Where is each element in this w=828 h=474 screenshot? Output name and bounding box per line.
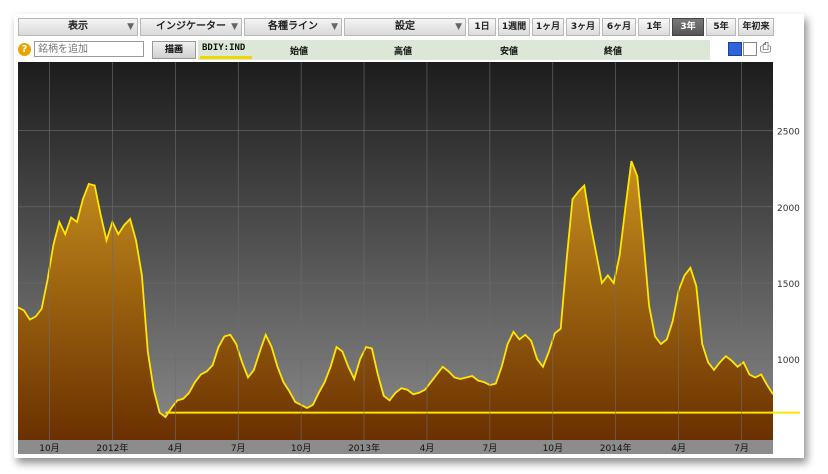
ticker-line-swatch <box>200 56 252 59</box>
lines-menu[interactable]: 各種ライン ▼ <box>244 18 342 36</box>
x-tick-label: 10月 <box>543 443 563 454</box>
y-tick-label: 1500 <box>777 280 800 290</box>
price-chart: 1000 1500 2000 2500 10月 2012年 4月 7月 10月 2013年 4月 7月… <box>18 62 800 454</box>
x-tick-label: 2014年 <box>600 442 632 454</box>
close-label: 終値 <box>604 47 623 57</box>
y-tick-label: 1000 <box>777 356 800 366</box>
settings-menu[interactable]: 設定 ▼ <box>344 18 466 36</box>
range-1y-button[interactable]: 1年 <box>638 18 670 36</box>
x-tick-label: 7月 <box>734 443 749 454</box>
x-axis-band <box>18 440 773 454</box>
x-tick-label: 4月 <box>168 443 183 454</box>
printer-icon[interactable]: ⎙ <box>760 40 771 56</box>
range-1m-button[interactable]: 1ヶ月 <box>532 18 564 36</box>
color-white-swatch[interactable] <box>743 42 757 56</box>
help-icon[interactable]: ? <box>18 43 31 56</box>
x-tick-label: 4月 <box>420 443 435 454</box>
range-6m-button[interactable]: 6ヶ月 <box>602 18 636 36</box>
lines-menu-label: 各種ライン <box>268 21 318 32</box>
dropdown-arrow-icon: ▼ <box>331 22 338 32</box>
draw-button[interactable]: 描画 <box>152 41 196 59</box>
indicator-menu-label: インジケーター <box>156 21 226 32</box>
range-5y-button[interactable]: 5年 <box>706 18 736 36</box>
y-tick-label: 2000 <box>777 204 800 214</box>
high-label: 高値 <box>394 47 413 57</box>
toolbar: 表示 ▼ インジケーター ▼ 各種ライン ▼ 設定 ▼ 1日 1週間 1ヶ月 3ヶ月 6… <box>18 18 774 36</box>
dropdown-arrow-icon: ▼ <box>127 22 134 32</box>
x-tick-label: 4月 <box>671 443 686 454</box>
x-tick-label: 2012年 <box>96 442 128 454</box>
series-info-bar: BDIY:IND 始値 高値 安値 終値 <box>198 40 710 60</box>
range-3y-button[interactable]: 3年 <box>672 18 704 36</box>
chart-widget: 表示 ▼ インジケーター ▼ 各種ライン ▼ 設定 ▼ 1日 1週間 1ヶ月 3ヶ月 6… <box>14 14 804 458</box>
series-row: ? 描画 BDIY:IND 始値 高値 安値 終値 ⎙ <box>18 40 800 60</box>
y-tick-label: 2500 <box>777 128 800 138</box>
x-tick-label: 10月 <box>291 443 311 454</box>
open-label: 始値 <box>290 47 309 57</box>
ticker-label[interactable]: BDIY:IND <box>202 43 245 53</box>
color-blue-swatch[interactable] <box>728 42 742 56</box>
settings-menu-label: 設定 <box>395 21 415 32</box>
display-menu[interactable]: 表示 ▼ <box>18 18 138 36</box>
range-ytd-button[interactable]: 年初来 <box>738 18 774 36</box>
x-tick-label: 10月 <box>39 443 59 454</box>
range-1d-button[interactable]: 1日 <box>468 18 496 36</box>
dropdown-arrow-icon: ▼ <box>455 22 462 32</box>
range-1w-button[interactable]: 1週間 <box>498 18 530 36</box>
x-tick-label: 7月 <box>483 443 498 454</box>
dropdown-arrow-icon: ▼ <box>231 22 238 32</box>
add-symbol-input[interactable] <box>34 41 144 57</box>
low-label: 安値 <box>500 47 519 57</box>
display-menu-label: 表示 <box>68 21 88 32</box>
indicator-menu[interactable]: インジケーター ▼ <box>140 18 242 36</box>
x-tick-label: 2013年 <box>348 442 380 454</box>
range-3m-button[interactable]: 3ヶ月 <box>566 18 600 36</box>
y-axis-panel <box>773 62 800 440</box>
x-tick-label: 7月 <box>231 443 246 454</box>
